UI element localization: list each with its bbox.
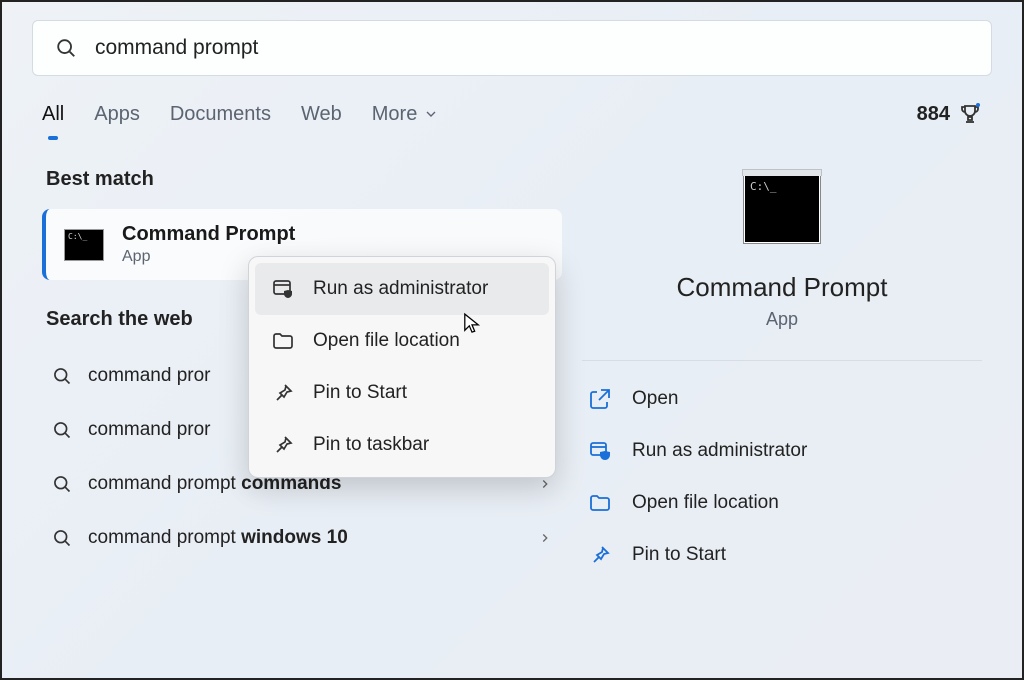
- suggestion-text: command pror: [88, 419, 211, 440]
- tab-more[interactable]: More: [372, 103, 440, 138]
- ctx-pin-to-start[interactable]: Pin to Start: [255, 367, 549, 419]
- ctx-label: Pin to taskbar: [313, 434, 429, 456]
- admin-app-icon: [588, 439, 612, 463]
- web-suggestion[interactable]: command prompt windows 10: [42, 511, 562, 565]
- search-bar[interactable]: [32, 20, 992, 76]
- action-label: Open: [632, 388, 678, 410]
- suggestion-text: command prompt: [88, 527, 241, 548]
- action-open-file-location[interactable]: Open file location: [582, 477, 982, 529]
- filter-tabs: All Apps Documents Web More: [42, 103, 917, 138]
- trophy-icon: [958, 102, 982, 126]
- content-area: Best match Command Prompt App Search the…: [2, 168, 1022, 581]
- best-match-heading: Best match: [42, 168, 562, 191]
- search-icon: [55, 37, 77, 59]
- suggestion-text: command pror: [88, 365, 211, 386]
- context-menu: Run as administrator Open file location …: [248, 256, 556, 478]
- chevron-right-icon: [538, 531, 552, 545]
- suggestion-bold: windows 10: [241, 527, 348, 548]
- preview-title: Command Prompt: [677, 272, 888, 303]
- filter-tabs-row: All Apps Documents Web More 884: [42, 102, 982, 138]
- ctx-run-as-admin[interactable]: Run as administrator: [255, 263, 549, 315]
- rewards-points[interactable]: 884: [917, 102, 982, 138]
- preview-panel: Command Prompt App Open Run as administr…: [562, 168, 1022, 581]
- ctx-pin-to-taskbar[interactable]: Pin to taskbar: [255, 419, 549, 471]
- admin-app-icon: [271, 277, 295, 301]
- action-label: Pin to Start: [632, 544, 726, 566]
- preview-subtitle: App: [766, 309, 798, 330]
- search-icon: [52, 474, 72, 494]
- search-icon: [52, 528, 72, 548]
- tab-more-label: More: [372, 103, 418, 126]
- action-label: Run as administrator: [632, 440, 807, 462]
- folder-icon: [588, 491, 612, 515]
- ctx-label: Pin to Start: [313, 382, 407, 404]
- best-match-title: Command Prompt: [122, 223, 295, 246]
- command-prompt-icon: [64, 229, 104, 261]
- action-open[interactable]: Open: [582, 373, 982, 425]
- pin-icon: [588, 543, 612, 567]
- divider: [582, 360, 982, 361]
- ctx-label: Open file location: [313, 330, 460, 352]
- results-column: Best match Command Prompt App Search the…: [2, 168, 562, 581]
- suggestion-text: command prompt: [88, 473, 241, 494]
- pin-icon: [271, 381, 295, 405]
- mouse-cursor: [463, 312, 481, 336]
- tab-documents[interactable]: Documents: [170, 103, 271, 138]
- command-prompt-icon: [743, 174, 821, 244]
- action-label: Open file location: [632, 492, 779, 514]
- preview-header: Command Prompt App: [582, 168, 982, 330]
- search-icon: [52, 366, 72, 386]
- chevron-down-icon: [423, 106, 439, 122]
- open-external-icon: [588, 387, 612, 411]
- tab-apps[interactable]: Apps: [94, 103, 140, 138]
- chevron-right-icon: [538, 477, 552, 491]
- ctx-open-file-location[interactable]: Open file location: [255, 315, 549, 367]
- action-pin-to-start[interactable]: Pin to Start: [582, 529, 982, 581]
- pin-icon: [271, 433, 295, 457]
- rewards-points-value: 884: [917, 103, 950, 126]
- action-run-as-admin[interactable]: Run as administrator: [582, 425, 982, 477]
- search-input[interactable]: [95, 36, 969, 60]
- tab-web[interactable]: Web: [301, 103, 342, 138]
- ctx-label: Run as administrator: [313, 278, 488, 300]
- folder-icon: [271, 329, 295, 353]
- search-icon: [52, 420, 72, 440]
- tab-all[interactable]: All: [42, 103, 64, 138]
